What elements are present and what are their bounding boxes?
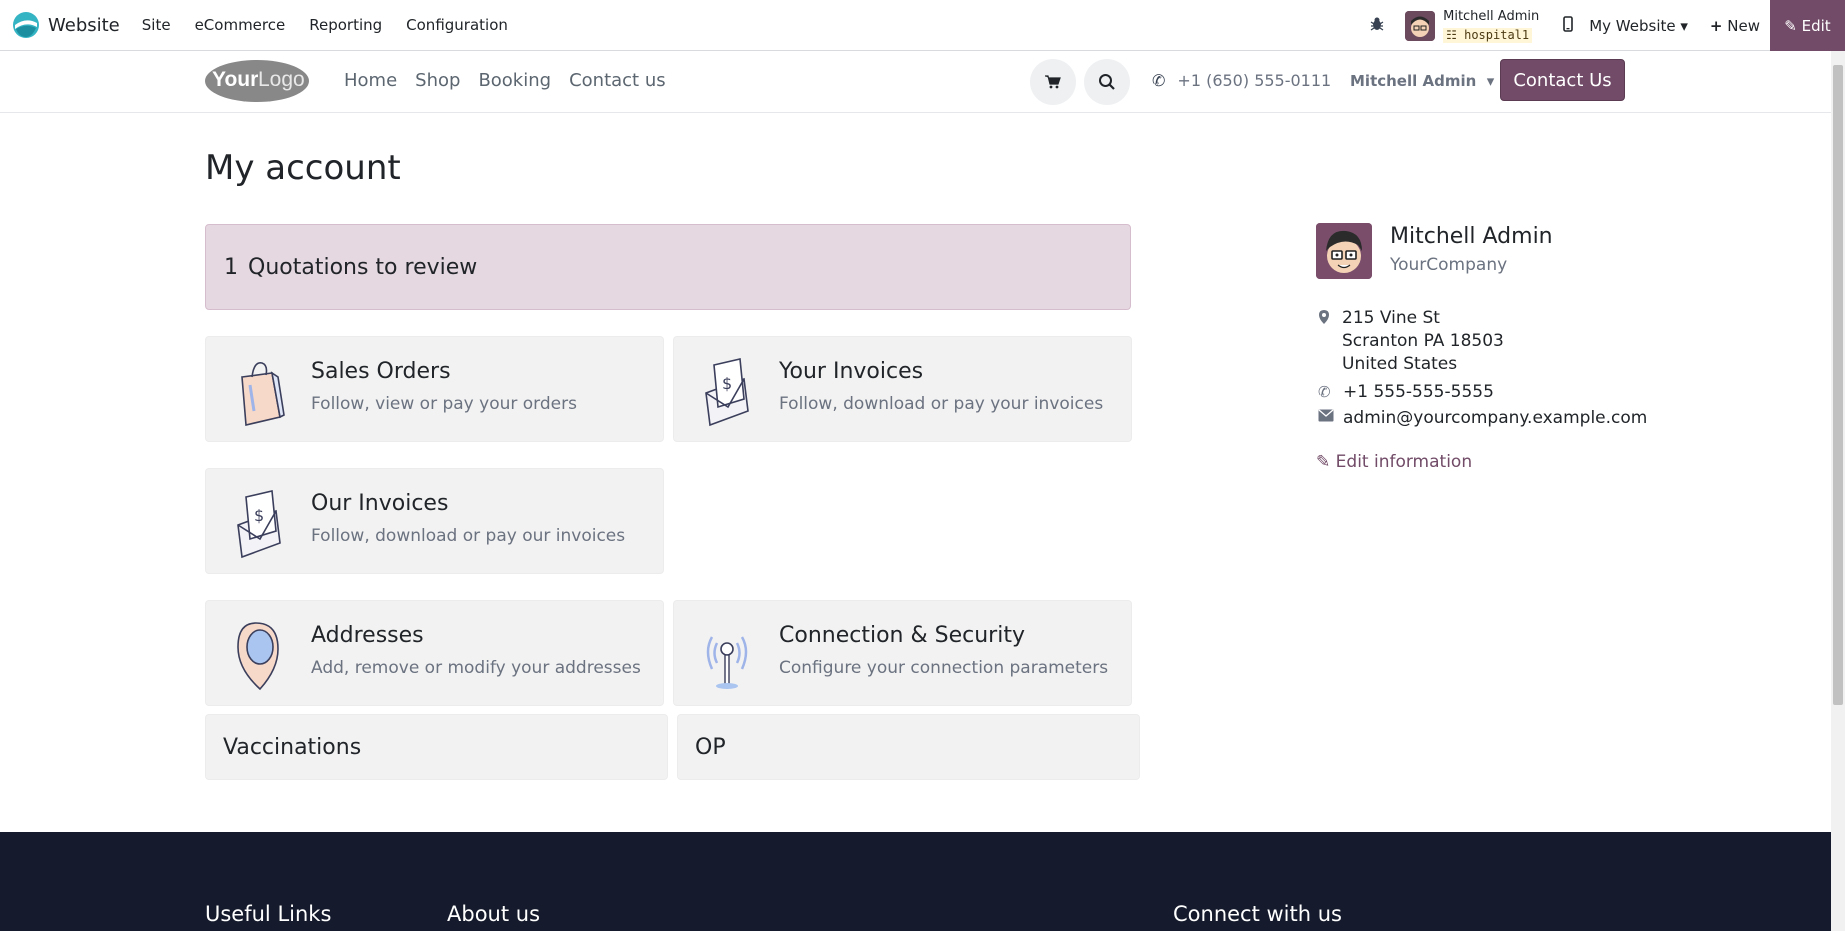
user-avatar — [1405, 10, 1436, 41]
site-user-dropdown[interactable]: Mitchell Admin ▾ — [1350, 72, 1494, 90]
user-menu[interactable]: Mitchell Admin ☷ hospital1 — [1405, 9, 1539, 43]
svg-text:$: $ — [722, 374, 732, 393]
search-button[interactable] — [1084, 59, 1130, 105]
card-subtitle: Follow, download or pay your invoices — [779, 394, 1104, 414]
site-logo[interactable]: Your Logo — [204, 58, 310, 104]
card-subtitle: Add, remove or modify your addresses — [311, 658, 641, 678]
map-pin-icon — [237, 622, 279, 691]
site-phone-number: +1 (650) 555-0111 — [1177, 71, 1332, 90]
menu-site[interactable]: Site — [142, 16, 171, 34]
database-badge: ☷ hospital1 — [1443, 27, 1533, 43]
nav-home[interactable]: Home — [344, 70, 397, 91]
edit-information-label: Edit information — [1335, 452, 1473, 472]
app-brand-label: Website — [48, 14, 120, 36]
profile-company: YourCompany — [1390, 255, 1508, 275]
your-invoices-card[interactable]: $ Your Invoices Follow, download or pay … — [673, 336, 1132, 442]
profile-email: admin@yourcompany.example.com — [1343, 408, 1648, 428]
svg-text:Your: Your — [212, 68, 258, 91]
search-icon — [1099, 74, 1115, 90]
footer-heading-connect: Connect with us — [1173, 902, 1342, 926]
phone-icon: ✆ — [1152, 71, 1166, 90]
card-subtitle: Follow, view or pay your orders — [311, 394, 577, 414]
site-menu: Home Shop Booking Contact us — [344, 70, 684, 91]
edit-information-link[interactable]: ✎ Edit information — [1316, 452, 1472, 472]
website-switcher[interactable]: My Website ▾ — [1589, 17, 1688, 35]
user-name: Mitchell Admin — [1443, 8, 1540, 24]
address-line: Scranton PA 18503 — [1342, 331, 1504, 351]
site-header: Your Logo Home Shop Booking Contact us ✆… — [0, 51, 1831, 113]
page-scrollbar[interactable] — [1831, 51, 1845, 931]
pencil-icon: ✎ — [1316, 452, 1331, 472]
quotations-count: 1 — [224, 254, 238, 280]
database-name: hospital1 — [1464, 27, 1530, 42]
cart-button[interactable] — [1030, 59, 1076, 105]
site-user-name: Mitchell Admin — [1350, 72, 1477, 90]
contact-us-button[interactable]: Contact Us — [1500, 59, 1625, 101]
sales-orders-card[interactable]: Sales Orders Follow, view or pay your or… — [205, 336, 664, 442]
menu-configuration[interactable]: Configuration — [406, 16, 508, 34]
plus-icon: + — [1709, 16, 1723, 35]
footer-heading-useful-links: Useful Links — [205, 902, 332, 926]
card-title: Sales Orders — [311, 359, 451, 384]
svg-text:$: $ — [254, 506, 264, 525]
database-icon: ☷ — [1446, 27, 1457, 42]
debug-bug-icon[interactable] — [1369, 16, 1385, 36]
app-brand[interactable]: Website — [12, 11, 120, 39]
svg-text:Logo: Logo — [258, 68, 305, 91]
nav-booking[interactable]: Booking — [478, 70, 551, 91]
op-card[interactable]: OP — [677, 714, 1140, 780]
menu-reporting[interactable]: Reporting — [309, 16, 382, 34]
admin-navbar: Website Site eCommerce Reporting Configu… — [0, 0, 1845, 51]
site-footer: Useful Links About us Connect with us — [0, 832, 1831, 931]
admin-menu: Site eCommerce Reporting Configuration — [142, 16, 532, 34]
site-phone[interactable]: ✆ +1 (650) 555-0111 — [1152, 71, 1331, 90]
scrollbar-thumb[interactable] — [1833, 65, 1843, 705]
card-title: Our Invoices — [311, 491, 449, 516]
address-line: 215 Vine St — [1342, 308, 1440, 328]
website-app-icon — [13, 12, 39, 38]
card-subtitle: Follow, download or pay our invoices — [311, 526, 626, 546]
new-button[interactable]: + New — [1710, 17, 1760, 35]
card-title: Addresses — [311, 623, 424, 648]
new-label: New — [1727, 16, 1760, 35]
shopping-bag-icon — [241, 361, 285, 426]
profile-avatar — [1316, 223, 1372, 279]
map-marker-icon — [1318, 309, 1330, 329]
nav-shop[interactable]: Shop — [415, 70, 460, 91]
footer-heading-about-us: About us — [447, 902, 541, 926]
caret-down-icon: ▾ — [1680, 16, 1688, 35]
pencil-icon: ✎ — [1784, 16, 1797, 35]
card-title: Your Invoices — [779, 359, 924, 384]
profile-address: 215 Vine St Scranton PA 18503 United Sta… — [1342, 307, 1504, 376]
vaccinations-card[interactable]: Vaccinations — [205, 714, 668, 780]
address-line: United States — [1342, 354, 1458, 374]
mobile-preview-icon[interactable] — [1563, 15, 1574, 36]
website-switcher-label: My Website — [1589, 16, 1676, 35]
edit-button[interactable]: ✎ Edit — [1770, 0, 1845, 51]
card-subtitle: Configure your connection parameters — [779, 658, 1109, 678]
profile-phone: +1 555-555-5555 — [1343, 382, 1494, 402]
nav-contact[interactable]: Contact us — [569, 70, 666, 91]
admin-right-controls: Mitchell Admin ☷ hospital1 My Website ▾ … — [1369, 0, 1845, 51]
page-title: My account — [205, 148, 401, 188]
quotations-to-review[interactable]: 1 Quotations to review — [205, 224, 1131, 310]
menu-ecommerce[interactable]: eCommerce — [195, 16, 286, 34]
profile-name: Mitchell Admin — [1390, 224, 1553, 249]
caret-down-icon: ▾ — [1486, 72, 1495, 90]
cart-icon — [1045, 75, 1061, 89]
invoice-envelope-icon: $ — [237, 490, 281, 559]
our-invoices-card[interactable]: $ Our Invoices Follow, download or pay o… — [205, 468, 664, 574]
antenna-icon — [706, 636, 748, 689]
edit-label: Edit — [1801, 16, 1831, 35]
quotations-label: Quotations to review — [248, 254, 478, 280]
phone-icon: ✆ — [1318, 383, 1331, 401]
connection-security-card[interactable]: Connection & Security Configure your con… — [673, 600, 1132, 706]
envelope-icon — [1318, 408, 1334, 426]
addresses-card[interactable]: Addresses Add, remove or modify your add… — [205, 600, 664, 706]
invoice-envelope-icon: $ — [705, 358, 749, 427]
card-title: Connection & Security — [779, 623, 1025, 648]
